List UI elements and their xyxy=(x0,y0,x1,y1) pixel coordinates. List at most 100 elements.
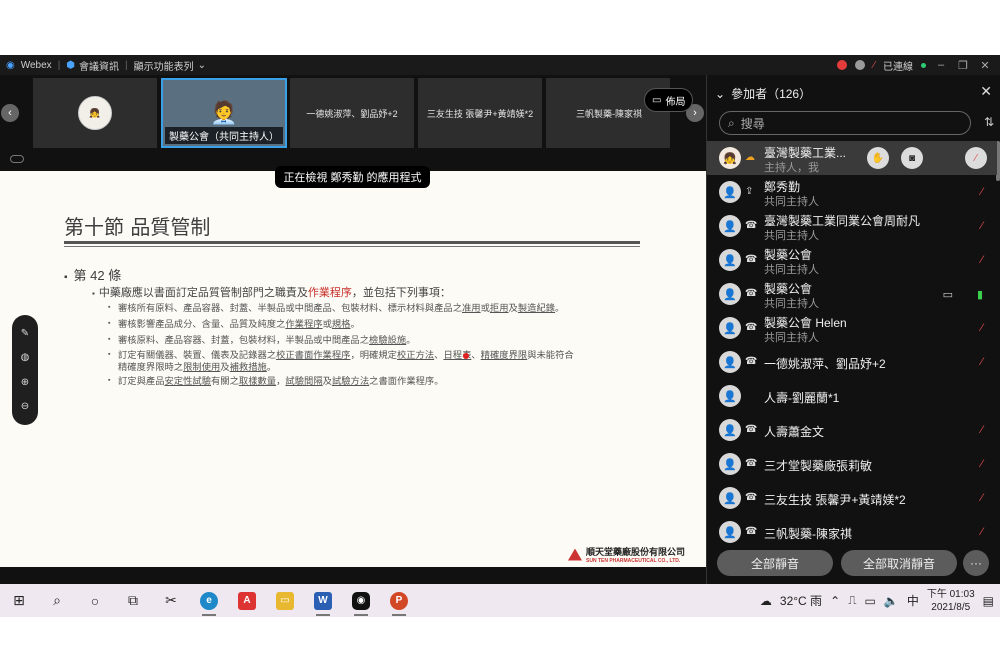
chevron-up-icon[interactable]: ⌃ xyxy=(830,594,840,608)
list-item[interactable]: 👤 ⇪ 鄭秀勤 共同主持人 ⁄ xyxy=(707,175,997,209)
meeting-info-button[interactable]: ⬢ 會議資訊 xyxy=(66,58,119,73)
list-item[interactable]: 👤 ☎ 三帆製藥-陳家祺 ⁄ xyxy=(707,515,997,549)
phone-icon: ☎ xyxy=(745,288,758,299)
video-tile[interactable]: 三友生技 張馨尹+黃靖媄*2 xyxy=(418,78,542,148)
search-icon: ⌕ xyxy=(728,115,735,130)
mute-all-button[interactable]: 全部靜音 xyxy=(717,550,833,576)
word-icon[interactable]: W xyxy=(304,584,342,617)
company-mark-icon xyxy=(568,548,582,561)
ime-indicator[interactable]: 中 xyxy=(907,592,919,609)
list-item[interactable]: 👤 ☎ 製藥公會 共同主持人 ⁄ xyxy=(707,243,997,277)
mic-muted-icon[interactable]: ⁄ xyxy=(965,147,987,169)
show-menu-bar-button[interactable]: 顯示功能表列 ⌄ xyxy=(134,58,206,73)
mic-muted-icon[interactable]: ⁄ xyxy=(981,492,983,504)
avatar: 👤 xyxy=(719,419,741,441)
hand-icon[interactable]: ✋ xyxy=(867,147,889,169)
start-windows-icon[interactable]: ⊞ xyxy=(0,584,38,617)
list-item: 審核影響產品成分、含量、品質及純度之作業程序或規格。 xyxy=(108,318,648,330)
phone-icon: ☎ xyxy=(745,254,758,265)
network-icon[interactable]: ⎍ xyxy=(848,593,856,608)
strip-prev-arrow-icon[interactable]: ‹ xyxy=(1,104,19,122)
mic-muted-icon[interactable]: ⁄ xyxy=(981,254,983,266)
list-item[interactable]: 👤 ☎ 三友生技 張馨尹+黃靖媄*2 ⁄ xyxy=(707,481,997,515)
list-item[interactable]: 👤 ☎ 製藥公會 Helen 共同主持人 ⁄ xyxy=(707,311,997,345)
list-item[interactable]: 👤 ☎ 三才堂製藥廠張莉敏 ⁄ xyxy=(707,447,997,481)
mic-muted-icon[interactable]: ⁄ xyxy=(981,220,983,232)
file-explorer-icon[interactable]: ▭ xyxy=(266,584,304,617)
layout-button[interactable]: ▭ 佈局 xyxy=(644,88,694,112)
video-tile-avatar[interactable]: 👧 xyxy=(33,78,157,148)
snip-tool-icon[interactable]: ✂ xyxy=(152,584,190,617)
panel-header[interactable]: ⌄ 參加者（126） xyxy=(715,85,811,102)
list-item[interactable]: 👤 ☎ 臺灣製藥工業同業公會周耐凡 共同主持人 ⁄ xyxy=(707,209,997,243)
zoom-out-icon[interactable]: ⊖ xyxy=(21,401,29,412)
list-item[interactable]: 👤 ☎ 一德姚淑萍、劉品妤+2 ⁄ xyxy=(707,345,997,379)
pointer-icon[interactable]: ◍ xyxy=(21,352,30,363)
weather-icon[interactable]: ☁ xyxy=(760,594,772,608)
company-logo: 順天堂藥廠股份有限公司 SUN TEN PHARMACEUTICAL CO., L… xyxy=(568,545,685,564)
notification-icon[interactable]: ▤ xyxy=(983,594,994,608)
cortana-icon[interactable]: ○ xyxy=(76,584,114,617)
close-window-icon[interactable]: ✕ xyxy=(978,59,992,72)
weather-text[interactable]: 32°C 雨 xyxy=(780,592,822,609)
more-options-icon[interactable]: ··· xyxy=(963,550,989,576)
minimize-icon[interactable]: – xyxy=(934,59,948,71)
list-item: 審核原料、產品容器、封蓋，包裝材料，半製品或中間產品之檢驗設施。 xyxy=(108,334,648,346)
avatar: 👤 xyxy=(719,453,741,475)
camera-icon[interactable]: ◙ xyxy=(901,147,923,169)
list-item[interactable]: 👧 ☁ 臺灣製藥工業... 主持人，我 ✋ ◙ ⁄ xyxy=(707,141,997,175)
video-icon[interactable]: ▭ xyxy=(943,288,953,301)
mic-muted-icon[interactable]: ⁄ xyxy=(981,458,983,470)
volume-icon[interactable]: 🔈 xyxy=(884,594,899,608)
acrobat-icon[interactable]: A xyxy=(228,584,266,617)
unmute-all-button[interactable]: 全部取消靜音 xyxy=(841,550,957,576)
collapse-strip-icon[interactable] xyxy=(10,155,24,163)
close-icon[interactable]: ✕ xyxy=(980,83,992,100)
edge-icon[interactable]: e xyxy=(190,584,228,617)
phone-icon: ☎ xyxy=(745,492,758,503)
mic-muted-icon[interactable]: ⁄ xyxy=(981,424,983,436)
shared-content: 第十節 品質管制 第 42 條 中藥廠應以書面訂定品質管制部門之職責及作業程序，… xyxy=(0,171,706,567)
zoom-in-icon[interactable]: ⊕ xyxy=(21,377,29,388)
annotation-toolbar: ✎ ◍ ⊕ ⊖ xyxy=(12,315,38,425)
mic-muted-icon[interactable]: ⁄ xyxy=(981,322,983,334)
avatar: 👤 xyxy=(719,317,741,339)
phone-icon: ☎ xyxy=(745,526,758,537)
search-icon[interactable]: ⌕ xyxy=(38,584,76,617)
phone-icon: ☎ xyxy=(745,356,758,367)
clock[interactable]: 下午 01:03 2021/8/5 xyxy=(927,588,975,614)
mic-muted-icon[interactable]: ⁄ xyxy=(873,60,875,71)
bottom-margin xyxy=(0,617,1000,670)
avatar: 👧 xyxy=(719,147,741,169)
recording-icon[interactable] xyxy=(837,60,848,70)
mic-muted-icon[interactable]: ⁄ xyxy=(981,356,983,368)
task-view-icon[interactable]: ⧉ xyxy=(114,584,152,617)
mic-icon[interactable]: ▮ xyxy=(977,288,983,301)
phone-icon: ☎ xyxy=(745,458,758,469)
webex-icon[interactable]: ◉ xyxy=(342,584,380,617)
video-tile-active-speaker[interactable]: 🧑‍💼 製藥公會（共同主持人） xyxy=(161,78,287,148)
list-item: 訂定有關儀器、裝置、儀表及記錄器之校正書面作業程序，明確規定校正方法、日程表、精… xyxy=(108,349,648,373)
chevron-down-icon: ⌄ xyxy=(197,59,207,71)
restore-icon[interactable]: ❐ xyxy=(956,59,970,72)
search-input[interactable]: ⌕ 搜尋 xyxy=(719,111,971,135)
system-tray: ☁ 32°C 雨 ⌃ ⎍ ▭ 🔈 中 下午 01:03 2021/8/5 ▤ xyxy=(760,588,1000,614)
divider xyxy=(64,246,640,247)
powerpoint-icon[interactable]: P xyxy=(380,584,418,617)
list-item[interactable]: 👤 ☎ 製藥公會 共同主持人 ▭ ▮ xyxy=(707,277,997,311)
mic-muted-icon[interactable]: ⁄ xyxy=(981,526,983,538)
info-icon[interactable] xyxy=(855,60,866,70)
battery-icon[interactable]: ▭ xyxy=(865,594,876,608)
list-item[interactable]: 👤 人壽-劉麗蘭*1 xyxy=(707,379,997,413)
participant-list: 👧 ☁ 臺灣製藥工業... 主持人，我 ✋ ◙ ⁄ 👤 ⇪ 鄭秀勤 共同主持人 ⁄ … xyxy=(707,141,997,549)
list-item[interactable]: 👤 ☎ 人壽蕭金文 ⁄ xyxy=(707,413,997,447)
host-icon: ☁ xyxy=(745,152,755,163)
participant-avatar: 👧 xyxy=(78,96,112,130)
video-tile-caption: 製藥公會（共同主持人） xyxy=(165,127,283,144)
phone-icon: ☎ xyxy=(745,424,758,435)
mic-muted-icon[interactable]: ⁄ xyxy=(981,186,983,198)
sort-icon[interactable]: ⇅ xyxy=(984,115,994,129)
annotate-pen-icon[interactable]: ✎ xyxy=(21,328,29,339)
video-tile[interactable]: 一德姚淑萍、劉品妤+2 xyxy=(290,78,414,148)
participants-panel: ⌄ 參加者（126） ✕ ⌕ 搜尋 ⇅ 👧 ☁ 臺灣製藥工業... 主持人，我 ✋ … xyxy=(706,75,1000,584)
